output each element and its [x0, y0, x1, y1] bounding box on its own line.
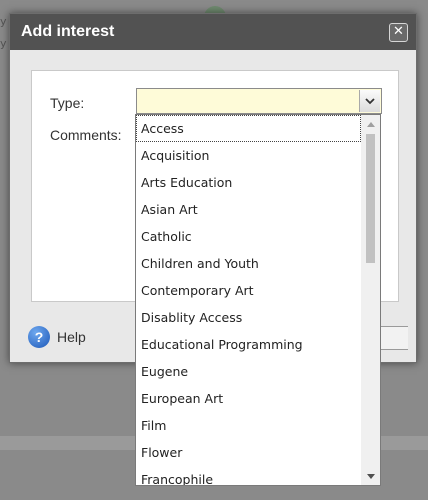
close-icon: ✕ [393, 23, 404, 39]
background-text: y [0, 37, 7, 50]
dropdown-option[interactable]: Francophile [136, 466, 361, 485]
dropdown-option[interactable]: Disablity Access [136, 304, 361, 331]
help-label: Help [57, 329, 86, 345]
type-dropdown-list[interactable]: Access Acquisition Arts Education Asian Art… [135, 114, 381, 486]
question-circle-icon: ? [28, 326, 50, 348]
scroll-up-button[interactable] [361, 115, 380, 132]
dropdown-option[interactable]: Contemporary Art [136, 277, 361, 304]
comments-label: Comments: [50, 127, 122, 143]
chevron-down-icon [365, 98, 375, 105]
dialog-title: Add interest [21, 23, 115, 40]
background-text: y [0, 15, 7, 28]
dropdown-option[interactable]: Educational Programming [136, 331, 361, 358]
dropdown-option[interactable]: Acquisition [136, 142, 361, 169]
select-dropdown-button[interactable] [359, 90, 380, 112]
dropdown-option[interactable]: Catholic [136, 223, 361, 250]
dropdown-option[interactable]: European Art [136, 385, 361, 412]
dropdown-option[interactable]: Film [136, 412, 361, 439]
type-select[interactable] [136, 88, 382, 114]
close-button[interactable]: ✕ [389, 22, 408, 42]
triangle-down-icon [366, 473, 375, 479]
scroll-thumb[interactable] [366, 134, 375, 263]
dropdown-option[interactable]: Eugene [136, 358, 361, 385]
help-link[interactable]: ? Help [28, 326, 86, 348]
dropdown-option[interactable]: Asian Art [136, 196, 361, 223]
type-label: Type: [50, 95, 85, 111]
dropdown-option[interactable]: Children and Youth [136, 250, 361, 277]
dropdown-option[interactable]: Flower [136, 439, 361, 466]
dropdown-option[interactable]: Arts Education [136, 169, 361, 196]
dialog-header: Add interest ✕ [10, 14, 416, 50]
footer-button[interactable] [378, 326, 408, 350]
dropdown-options: Access Acquisition Arts Education Asian Art… [136, 115, 361, 485]
dropdown-option[interactable]: Access [136, 115, 361, 142]
dropdown-scrollbar[interactable] [361, 115, 380, 485]
triangle-up-icon [366, 121, 375, 127]
scroll-down-button[interactable] [361, 468, 380, 485]
